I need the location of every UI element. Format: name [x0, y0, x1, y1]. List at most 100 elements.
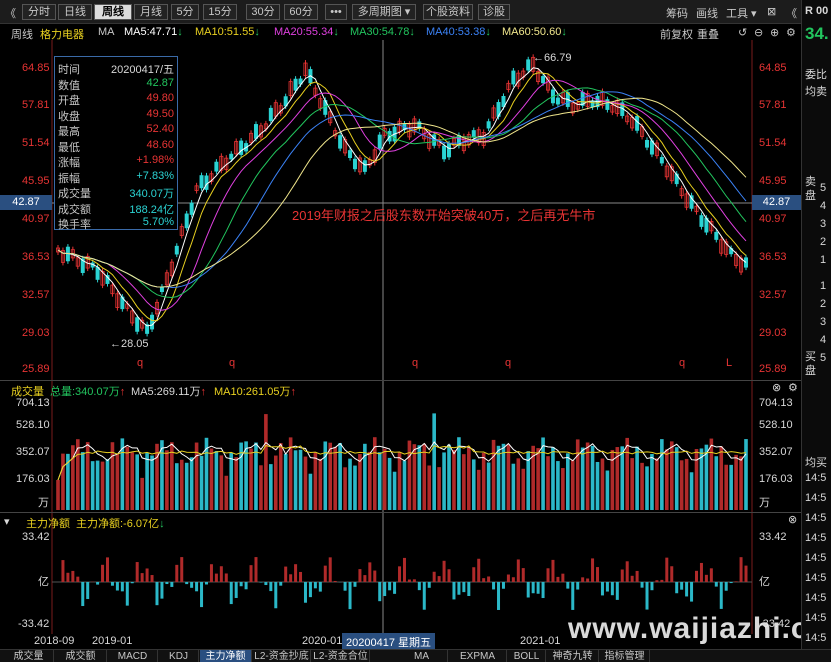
period-tab-week[interactable]: 周线 [94, 4, 132, 20]
candle-body [714, 231, 719, 240]
netflow-bar [76, 576, 80, 582]
close-pane-icon[interactable]: ⊗ [772, 381, 781, 394]
volume-bar [293, 450, 298, 510]
volume-bar [471, 459, 476, 510]
netflow-bar [650, 582, 654, 591]
volume-bar [709, 438, 714, 510]
volume-bar [348, 458, 352, 510]
netflow-bar [551, 559, 555, 582]
indicator-tab[interactable]: EXPMA [449, 650, 507, 662]
info-key: 时间 [58, 64, 80, 76]
ma-label: MA [98, 26, 115, 38]
event-marker: q [412, 357, 419, 369]
netflow-bar [308, 582, 312, 598]
volume-bar [244, 441, 248, 510]
tools-button[interactable]: 工具 ▾ [726, 5, 757, 21]
indicator-tab[interactable]: L2-资金抄底 [253, 650, 311, 662]
netflow-bar [437, 576, 441, 582]
event-marker: q [137, 357, 144, 369]
indicator-tab[interactable]: KDJ [159, 650, 199, 662]
pane-settings-icon[interactable]: ⚙ [788, 381, 798, 394]
netflow-bar [407, 579, 411, 582]
more-button[interactable]: ••• [325, 4, 347, 20]
netflow-bar [521, 568, 525, 582]
volume-bar [551, 447, 555, 510]
indicator-tab[interactable]: 神奇九转 [547, 650, 599, 662]
candle-body [184, 213, 189, 229]
collapse-icon[interactable]: 《 [786, 5, 797, 21]
indicator-tab[interactable]: 成交额 [55, 650, 107, 662]
volume-bar [333, 446, 337, 510]
netflow-bar [546, 568, 550, 582]
sell-level: 1 [820, 254, 827, 266]
zoom-out-icon[interactable]: ⊖ [754, 26, 763, 39]
volume-bar [640, 462, 644, 510]
volume-bar [462, 454, 466, 510]
period-tab-day[interactable]: 日线 [58, 4, 92, 20]
diagnose-button[interactable]: 诊股 [478, 4, 510, 20]
buy-level: 5 [820, 352, 827, 364]
netflow-bar [259, 582, 263, 583]
chips-button[interactable]: 筹码 [666, 5, 688, 21]
volume-bar [511, 463, 516, 510]
volume-bar [318, 458, 323, 510]
volume-bar [209, 448, 214, 510]
period-tab-minute[interactable]: 分时 [22, 4, 56, 20]
pane-settings-icon[interactable]: ⊗ [788, 513, 797, 526]
netflow-bar [462, 582, 466, 593]
volume-bar [744, 439, 748, 510]
period-tab-60m[interactable]: 60分 [284, 4, 318, 20]
volume-bar [407, 440, 412, 510]
volume-bar [595, 461, 600, 510]
volume-bar [674, 447, 679, 510]
netflow-bar [71, 570, 75, 582]
indicator-tab[interactable]: MACD [108, 650, 158, 662]
period-tab-30m[interactable]: 30分 [246, 4, 280, 20]
netflow-bar [412, 579, 416, 582]
candle-body [447, 143, 452, 158]
volume-bar [684, 458, 689, 510]
zoom-in-icon[interactable]: ⊕ [770, 26, 779, 39]
price-axis-right: 64.85 57.81 51.54 45.95 40.97 36.53 32.5… [755, 40, 801, 380]
top-toolbar: 《 分时 日线 周线 月线 5分 15分 30分 60分 ••• 多周期图 ▾ … [0, 0, 831, 24]
netflow-bar [531, 582, 535, 594]
indicator-tab[interactable]: BOLL [508, 650, 546, 662]
period-tab-15m[interactable]: 15分 [203, 4, 237, 20]
indicator-tabs: 成交量 成交额 MACD KDJ 主力净额 L2-资金抄底 L2-资金合位 MA EXPMA BO… [0, 649, 831, 662]
period-tab-5m[interactable]: 5分 [171, 4, 199, 20]
volume-bar [269, 464, 273, 510]
volume-bar [273, 455, 278, 510]
back-button[interactable]: 《 [5, 5, 16, 21]
netflow-bar [487, 576, 491, 582]
volume-bar [689, 472, 694, 510]
volume-total: 总量:340.07万↑ [50, 386, 126, 398]
multi-period-dropdown[interactable]: 多周期图 ▾ [352, 4, 416, 20]
netflow-bar [596, 567, 600, 582]
indicator-tab[interactable]: 成交量 [4, 650, 54, 662]
close-icon[interactable]: ⊠ [767, 5, 776, 18]
period-tab-month[interactable]: 月线 [134, 4, 168, 20]
netflow-bar [581, 577, 585, 582]
netflow-bar [620, 569, 624, 582]
draw-line-button[interactable]: 画线 [696, 5, 718, 21]
settings-icon[interactable]: ⚙ [786, 26, 796, 39]
indicator-tab[interactable]: MA [396, 650, 448, 662]
ma5-value: MA5:47.71↓ [124, 26, 183, 38]
volume-bar [199, 455, 204, 510]
netflow-bar [660, 579, 664, 582]
crosshair-info-box: 时间 20200417/五 数值 42.87 开盘 49.80 收盘 49.50 最高 52.40… [54, 56, 178, 231]
netflow-bar [432, 571, 436, 582]
undo-icon[interactable]: ↺ [738, 26, 747, 39]
time-label: 2019-01 [92, 635, 133, 647]
netflow-bar [541, 582, 545, 599]
time-label: 2018-09 [34, 635, 75, 647]
indicator-tab[interactable]: 主力净额 [200, 650, 252, 662]
info-row: 数值 42.87 [58, 77, 174, 92]
volume-bar [422, 443, 427, 510]
stock-info-button[interactable]: 个股资料 [423, 4, 473, 20]
info-key: 成交量 [58, 188, 91, 200]
volume-bar [650, 453, 654, 510]
indicator-tab[interactable]: 指标管理 [600, 650, 650, 662]
indicator-tab[interactable]: L2-资金合位 [312, 650, 370, 662]
netflow-bar [417, 582, 421, 591]
